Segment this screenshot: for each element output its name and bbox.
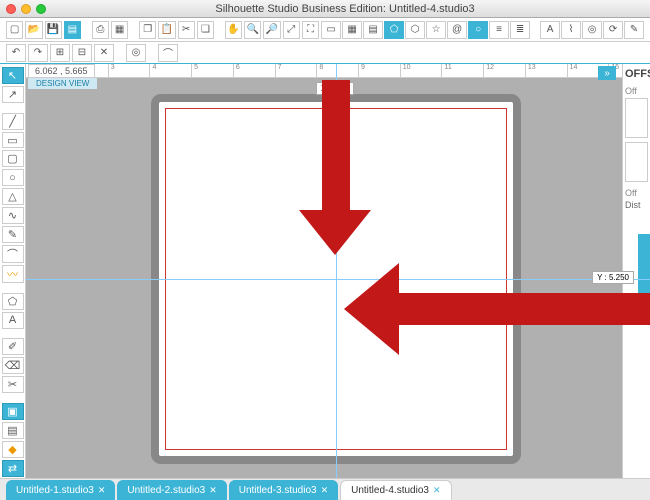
zoom-selection-button[interactable]: ⛶: [302, 21, 319, 39]
page-panel-button[interactable]: ▤: [2, 422, 24, 439]
group-button[interactable]: ⊞: [50, 44, 70, 62]
trace-button[interactable]: ⟳: [603, 21, 623, 39]
horizontal-guide[interactable]: [26, 279, 650, 280]
page-setup-button[interactable]: ▭: [321, 21, 341, 39]
close-icon[interactable]: ✕: [321, 485, 329, 496]
duplicate-button[interactable]: ❏: [197, 21, 214, 39]
ungroup-button[interactable]: ⊟: [72, 44, 92, 62]
ellipse-tool[interactable]: ○: [2, 169, 24, 186]
left-toolbox: ↖ ↗ ╱ ▭ ▢ ○ △ ∿ ✎ ⌒ 〰 ⬠ A ✐ ⌫ ✂ ▣ ▤ ◆ ⇄: [0, 64, 26, 478]
close-icon[interactable]: ✕: [433, 485, 441, 496]
circle-tool-button[interactable]: ○: [468, 21, 488, 39]
zoom-fit-button[interactable]: ⤢: [283, 21, 300, 39]
open-file-button[interactable]: 📂: [25, 21, 42, 39]
copy-button[interactable]: ❐: [139, 21, 156, 39]
line-tool[interactable]: ╱: [2, 113, 24, 130]
curve-tool[interactable]: ∿: [2, 207, 24, 224]
swap-panel-button[interactable]: ⇄: [2, 460, 24, 477]
offset-group-2-label: Off: [625, 188, 648, 198]
align-button[interactable]: ≡: [489, 21, 509, 39]
canvas-area[interactable]: 23456789101112131415 6.062 , 5.665 DESIG…: [26, 64, 650, 478]
text-tool[interactable]: A: [2, 312, 24, 329]
grid-button[interactable]: ▦: [342, 21, 362, 39]
new-file-button[interactable]: ▢: [6, 21, 23, 39]
offset-group-1-label: Off: [625, 86, 648, 96]
undo-button[interactable]: ↶: [6, 44, 26, 62]
note-tool[interactable]: ✐: [2, 338, 24, 355]
close-icon[interactable]: ✕: [98, 485, 106, 496]
delete-button[interactable]: ✕: [94, 44, 114, 62]
arc-button[interactable]: ⌒: [158, 44, 178, 62]
tab-untitled-3[interactable]: Untitled-3.studio3✕: [229, 480, 338, 500]
redo-button[interactable]: ↷: [28, 44, 48, 62]
eraser-tool[interactable]: ⌫: [2, 357, 24, 374]
star-tool-button[interactable]: ☆: [426, 21, 446, 39]
polygon-tool[interactable]: △: [2, 188, 24, 205]
replicate-button[interactable]: ✎: [624, 21, 644, 39]
window-title: Silhouette Studio Business Edition: Unti…: [46, 3, 644, 15]
vertical-scrollbar-thumb[interactable]: [638, 234, 650, 294]
zoom-out-button[interactable]: 🔎: [263, 21, 280, 39]
annotation-arrow-left: [344, 287, 650, 331]
fill-panel-button[interactable]: ▣: [2, 403, 24, 420]
distribute-button[interactable]: ≣: [510, 21, 530, 39]
spiral-tool-button[interactable]: @: [447, 21, 467, 39]
tab-untitled-4[interactable]: Untitled-4.studio3✕: [340, 480, 451, 500]
text-tool-button[interactable]: A: [540, 21, 560, 39]
pentagon-tool-button[interactable]: ⬠: [384, 21, 404, 39]
select-tool[interactable]: ↖: [2, 67, 24, 84]
target-button[interactable]: ◎: [126, 44, 146, 62]
offset-button[interactable]: ◎: [582, 21, 602, 39]
weld-button[interactable]: ⌇: [561, 21, 581, 39]
zoom-window-button[interactable]: [36, 4, 46, 14]
offset-option-1[interactable]: [625, 98, 648, 138]
horizontal-ruler: 23456789101112131415: [26, 64, 650, 78]
toolbar-secondary: ↶ ↷ ⊞ ⊟ ✕ ◎ ⌒: [0, 42, 650, 64]
cursor-coordinates: 6.062 , 5.665: [28, 64, 95, 78]
zoom-in-button[interactable]: 🔍: [244, 21, 261, 39]
toolbar-main: ▢ 📂 💾 ▤ ⎙ ▦ ❐ 📋 ✂ ❏ ✋ 🔍 🔎 ⤢ ⛶ ▭ ▦ ▤ ⬠ ⬡ …: [0, 18, 650, 42]
pen-tool[interactable]: 〰: [2, 265, 24, 283]
layers-button[interactable]: ▤: [363, 21, 383, 39]
cut-button[interactable]: ✂: [178, 21, 195, 39]
view-mode-badge: DESIGN VIEW: [28, 78, 97, 89]
pan-button[interactable]: ✋: [225, 21, 242, 39]
paste-button[interactable]: 📋: [158, 21, 175, 39]
annotation-arrow-down: [321, 80, 351, 250]
offset-option-2[interactable]: [625, 142, 648, 182]
shape-tool[interactable]: ⬠: [2, 293, 24, 310]
color-panel-button[interactable]: ◆: [2, 441, 24, 458]
distance-label: Dist: [625, 200, 648, 210]
freehand-tool[interactable]: ✎: [2, 226, 24, 243]
save-button[interactable]: 💾: [45, 21, 62, 39]
tab-untitled-1[interactable]: Untitled-1.studio3✕: [6, 480, 115, 500]
minimize-window-button[interactable]: [21, 4, 31, 14]
window-titlebar: Silhouette Studio Business Edition: Unti…: [0, 0, 650, 18]
y-guide-label: Y : 5.250: [592, 271, 634, 284]
expand-panel-button[interactable]: »: [598, 66, 616, 80]
hexagon-tool-button[interactable]: ⬡: [405, 21, 425, 39]
arc-tool[interactable]: ⌒: [2, 245, 24, 263]
document-tabs: Untitled-1.studio3✕ Untitled-2.studio3✕ …: [0, 478, 650, 500]
send-button[interactable]: ▦: [111, 21, 128, 39]
offset-panel-title: OFFS: [625, 68, 648, 80]
rounded-rect-tool[interactable]: ▢: [2, 150, 24, 167]
close-window-button[interactable]: [6, 4, 16, 14]
close-icon[interactable]: ✕: [209, 485, 217, 496]
rectangle-tool[interactable]: ▭: [2, 132, 24, 149]
library-button[interactable]: ▤: [64, 21, 81, 39]
knife-tool[interactable]: ✂: [2, 376, 24, 393]
print-button[interactable]: ⎙: [92, 21, 109, 39]
edit-points-tool[interactable]: ↗: [2, 86, 24, 103]
tab-untitled-2[interactable]: Untitled-2.studio3✕: [117, 480, 226, 500]
